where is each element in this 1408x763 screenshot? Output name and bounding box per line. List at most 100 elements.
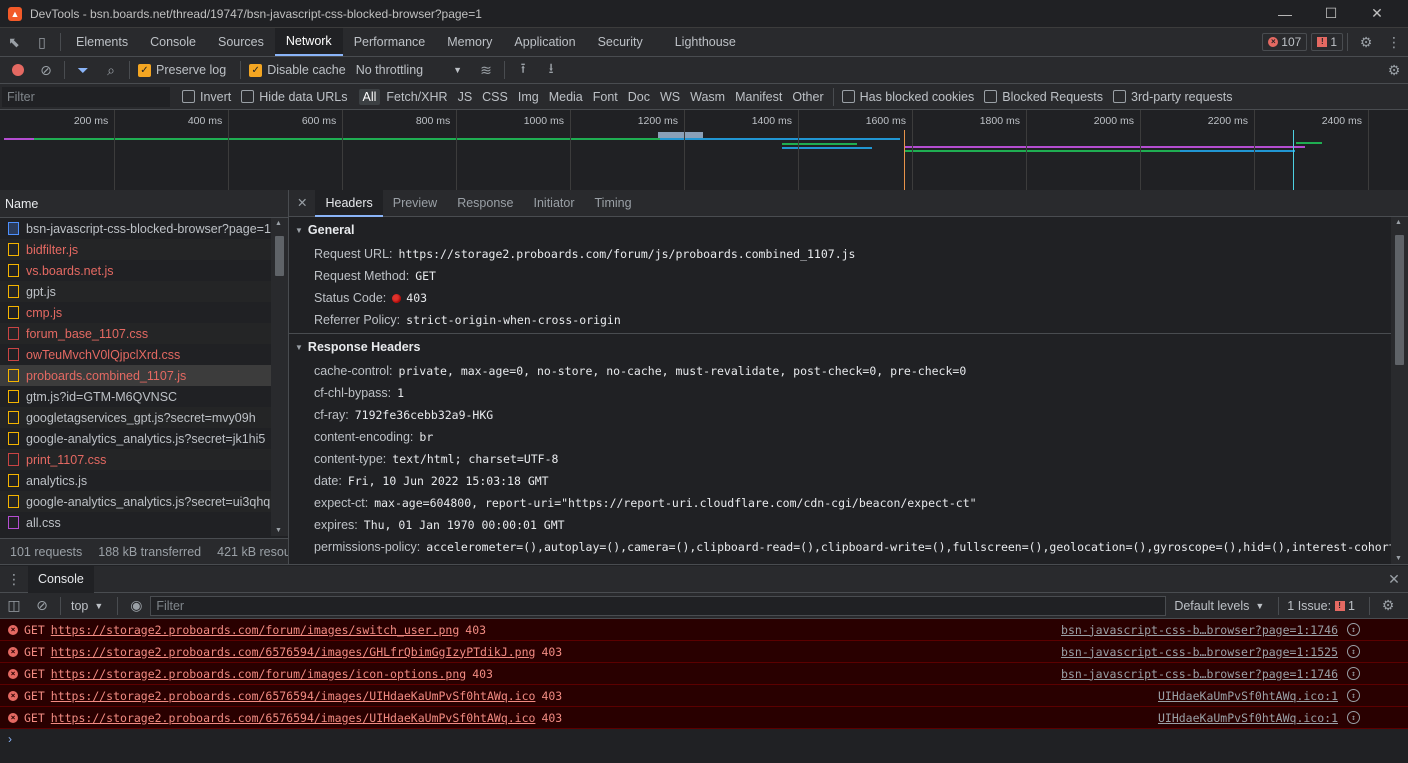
scrollbar-thumb[interactable] [1395,235,1404,365]
disable-cache-checkbox[interactable]: ✓ Disable cache [249,63,346,77]
tab-security[interactable]: Security [587,28,654,56]
source-link[interactable]: UIHdaeKaUmPvSf0htAWq.ico:1 [1158,711,1338,725]
throttling-select[interactable]: No throttling ▼ [356,63,462,77]
request-row[interactable]: gtm.js?id=GTM-M6QVNSC [0,386,272,407]
close-drawer-icon[interactable]: ✕ [1380,565,1408,593]
filter-input[interactable]: Filter [2,86,170,107]
search-icon[interactable]: ⌕ [97,56,125,84]
clear-console-icon[interactable]: ⊘ [28,592,56,620]
network-conditions-icon[interactable]: ≋ [472,56,500,84]
request-row[interactable]: forum_base_1107.css [0,323,272,344]
request-url-link[interactable]: https://storage2.proboards.com/6576594/i… [51,689,536,703]
tab-elements[interactable]: Elements [65,28,139,56]
console-prompt[interactable]: › [0,729,1408,749]
context-select[interactable]: top ▼ [71,599,103,613]
settings-gear-icon[interactable]: ⚙ [1352,28,1380,56]
log-levels-select[interactable]: Default levels ▼ [1174,599,1264,613]
hide-data-urls-checkbox[interactable]: Hide data URLs [241,90,348,104]
minimize-icon[interactable]: — [1262,6,1308,22]
network-reveal-icon[interactable]: ↕ [1347,711,1360,724]
tab-memory[interactable]: Memory [436,28,503,56]
close-window-icon[interactable]: ✕ [1354,5,1400,22]
filter-type-js[interactable]: JS [454,89,477,105]
device-toolbar-icon[interactable]: ▯ [28,28,56,56]
drawer-menu-icon[interactable]: ⋮ [0,565,28,593]
inspect-element-icon[interactable]: ⬉ [0,28,28,56]
scroll-up-icon[interactable]: ▲ [275,220,282,227]
source-link[interactable]: UIHdaeKaUmPvSf0htAWq.ico:1 [1158,689,1338,703]
request-url-link[interactable]: https://storage2.proboards.com/forum/ima… [51,667,466,681]
filter-type-css[interactable]: CSS [478,89,512,105]
detail-tab-headers[interactable]: Headers [315,190,383,217]
export-har-icon[interactable]: ⭳ [537,56,565,84]
request-url-link[interactable]: https://storage2.proboards.com/6576594/i… [51,711,536,725]
filter-type-manifest[interactable]: Manifest [731,89,786,105]
close-details-icon[interactable]: ✕ [289,190,315,217]
filter-icon[interactable]: ⏷ [69,56,97,84]
filter-type-media[interactable]: Media [545,89,587,105]
import-har-icon[interactable]: ⭱ [509,56,537,84]
request-row[interactable]: owTeuMvchV0lQjpclXrd.css [0,344,272,365]
request-row[interactable]: google-analytics_analytics.js?secret=jk1… [0,428,272,449]
scrollbar-thumb[interactable] [275,236,284,276]
general-section-header[interactable]: ▼ General [289,217,1408,243]
network-reveal-icon[interactable]: ↕ [1347,623,1360,636]
request-row[interactable]: all.css [0,512,272,533]
scroll-up-icon[interactable]: ▲ [1395,219,1402,226]
details-scrollbar[interactable]: ▲ ▼ [1391,217,1408,564]
detail-tab-initiator[interactable]: Initiator [524,190,585,217]
tab-application[interactable]: Application [503,28,586,56]
request-list-scrollbar[interactable]: ▲ ▼ [271,218,288,536]
scroll-down-icon[interactable]: ▼ [275,527,282,534]
clear-icon[interactable]: ⊘ [32,56,60,84]
network-reveal-icon[interactable]: ↕ [1347,689,1360,702]
filter-type-img[interactable]: Img [514,89,543,105]
filter-type-wasm[interactable]: Wasm [686,89,729,105]
invert-checkbox[interactable]: Invert [182,90,231,104]
tab-console[interactable]: Console [139,28,207,56]
response-headers-section-header[interactable]: ▼ Response Headers [289,334,1408,360]
blocked-requests-checkbox[interactable]: Blocked Requests [984,90,1103,104]
filter-type-doc[interactable]: Doc [624,89,654,105]
source-link[interactable]: bsn-javascript-css-b…browser?page=1:1746 [1061,623,1338,637]
has-blocked-cookies-checkbox[interactable]: Has blocked cookies [841,90,974,104]
network-reveal-icon[interactable]: ↕ [1347,667,1360,680]
detail-tab-timing[interactable]: Timing [585,190,642,217]
request-row[interactable]: bidfilter.js [0,239,272,260]
request-row[interactable]: vs.boards.net.js [0,260,272,281]
more-menu-icon[interactable]: ⋮ [1380,28,1408,56]
request-row[interactable]: print_1107.css [0,449,272,470]
error-counter[interactable]: × 107 [1262,33,1308,51]
network-reveal-icon[interactable]: ↕ [1347,645,1360,658]
drawer-tab-console[interactable]: Console [28,565,94,593]
issue-counter[interactable]: ! 1 [1311,33,1343,51]
maximize-icon[interactable]: ☐ [1308,5,1354,22]
tab-lighthouse[interactable]: Lighthouse [664,28,747,56]
network-overview-timeline[interactable]: 200 ms 400 ms 600 ms 800 ms 1000 ms 1200 ms 14… [0,110,1408,192]
request-row[interactable]: cmp.js [0,302,272,323]
live-expression-eye-icon[interactable]: ◉ [122,592,150,620]
console-filter-input[interactable]: Filter [150,595,1167,616]
request-row[interactable]: analytics.js [0,470,272,491]
request-row[interactable]: proboards.combined_1107.js [0,365,272,386]
filter-type-fetch-xhr[interactable]: Fetch/XHR [382,89,451,105]
filter-type-ws[interactable]: WS [656,89,684,105]
record-button[interactable] [4,56,32,84]
request-url-link[interactable]: https://storage2.proboards.com/6576594/i… [51,645,536,659]
third-party-checkbox[interactable]: 3rd-party requests [1113,90,1232,104]
preserve-log-checkbox[interactable]: ✓ Preserve log [138,63,226,77]
console-settings-gear-icon[interactable]: ⚙ [1374,592,1402,620]
request-row[interactable]: google-analytics_analytics.js?secret=ui3… [0,491,272,512]
scroll-down-icon[interactable]: ▼ [1395,555,1402,562]
source-link[interactable]: bsn-javascript-css-b…browser?page=1:1746 [1061,667,1338,681]
network-settings-gear-icon[interactable]: ⚙ [1380,56,1408,84]
detail-tab-preview[interactable]: Preview [383,190,447,217]
filter-type-font[interactable]: Font [589,89,622,105]
issues-button[interactable]: 1 Issue: ! 1 [1287,599,1355,613]
source-link[interactable]: bsn-javascript-css-b…browser?page=1:1525 [1061,645,1338,659]
detail-tab-response[interactable]: Response [447,190,523,217]
filter-type-all[interactable]: All [358,88,381,105]
name-column-header[interactable]: Name [0,190,288,218]
tab-performance[interactable]: Performance [343,28,437,56]
request-url-link[interactable]: https://storage2.proboards.com/forum/ima… [51,623,460,637]
